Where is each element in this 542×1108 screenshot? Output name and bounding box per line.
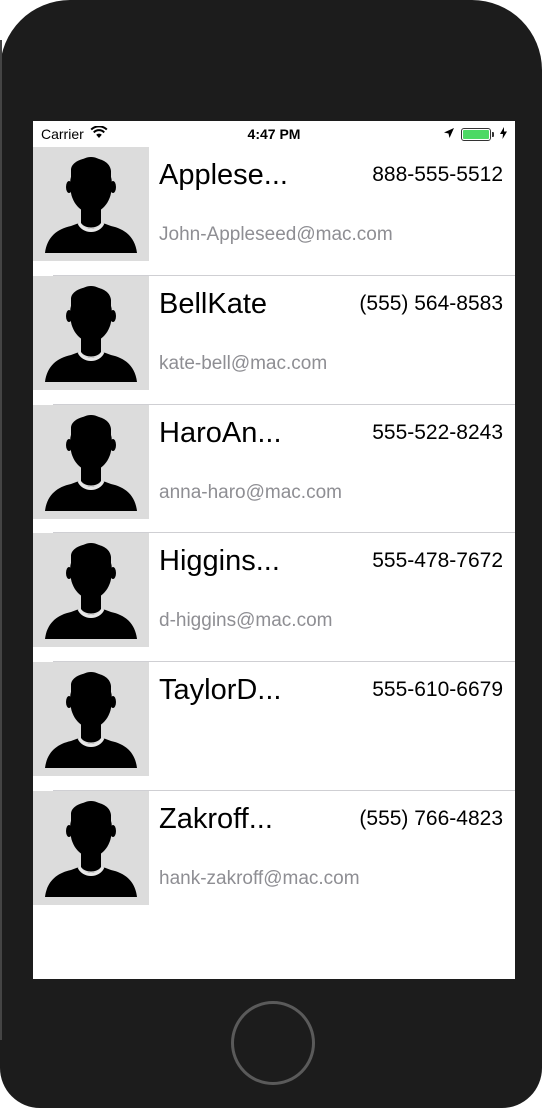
person-silhouette-icon xyxy=(45,157,137,253)
person-silhouette-icon xyxy=(45,543,137,640)
contact-email: hank-zakroff@mac.com xyxy=(159,867,360,889)
contact-list: Applese... 888-555-5512 John-Appleseed@m… xyxy=(33,147,515,920)
person-silhouette-icon xyxy=(45,285,137,382)
screen: Carrier 4:47 PM Applese... 888-555-5512 … xyxy=(33,121,515,979)
contact-phone: 555-478-7672 xyxy=(372,549,503,573)
battery-fill xyxy=(463,129,489,139)
device-frame: Carrier 4:47 PM Applese... 888-555-5512 … xyxy=(0,0,542,1108)
status-left: Carrier xyxy=(41,125,108,142)
contact-row[interactable]: Applese... 888-555-5512 John-Appleseed@m… xyxy=(33,147,515,276)
contact-phone: (555) 766-4823 xyxy=(359,806,503,830)
avatar xyxy=(33,662,149,777)
avatar xyxy=(33,404,149,519)
battery-icon xyxy=(461,127,494,141)
avatar xyxy=(33,147,149,261)
contact-phone: 555-522-8243 xyxy=(372,420,503,444)
person-silhouette-icon xyxy=(45,672,137,769)
person-silhouette-icon xyxy=(45,414,137,511)
contact-name: BellKate xyxy=(159,287,268,320)
avatar xyxy=(33,790,149,905)
status-bar: Carrier 4:47 PM xyxy=(33,121,515,147)
contact-name: Higgins... xyxy=(159,545,280,578)
contact-email: anna-haro@mac.com xyxy=(159,481,342,503)
contact-phone: (555) 564-8583 xyxy=(359,291,503,315)
contact-row[interactable]: Higgins... 555-478-7672 d-higgins@mac.co… xyxy=(33,533,515,663)
wifi-icon xyxy=(90,125,108,142)
person-silhouette-icon xyxy=(45,800,137,897)
home-button[interactable] xyxy=(231,1001,315,1085)
contact-phone: 555-610-6679 xyxy=(372,678,503,702)
contact-name: HaroAn... xyxy=(159,416,282,449)
contact-row[interactable]: Zakroff... (555) 766-4823 hank-zakroff@m… xyxy=(33,790,515,920)
contact-email: d-higgins@mac.com xyxy=(159,610,333,632)
contact-phone: 888-555-5512 xyxy=(372,163,503,186)
contact-email: John-Appleseed@mac.com xyxy=(159,224,393,245)
avatar xyxy=(33,275,149,390)
contact-email: kate-bell@mac.com xyxy=(159,352,328,374)
contact-name: Zakroff... xyxy=(159,802,273,835)
contact-name: TaylorD... xyxy=(159,674,282,707)
avatar xyxy=(33,533,149,648)
contact-row[interactable]: TaylorD... 555-610-6679 xyxy=(33,662,515,791)
contact-row[interactable]: HaroAn... 555-522-8243 anna-haro@mac.com xyxy=(33,404,515,534)
contact-name: Applese... xyxy=(159,159,288,191)
status-right xyxy=(443,126,507,142)
contact-row[interactable]: BellKate (555) 564-8583 kate-bell@mac.co… xyxy=(33,275,515,405)
carrier-label: Carrier xyxy=(41,126,84,142)
location-arrow-icon xyxy=(443,126,455,142)
charging-bolt-icon xyxy=(500,126,507,142)
